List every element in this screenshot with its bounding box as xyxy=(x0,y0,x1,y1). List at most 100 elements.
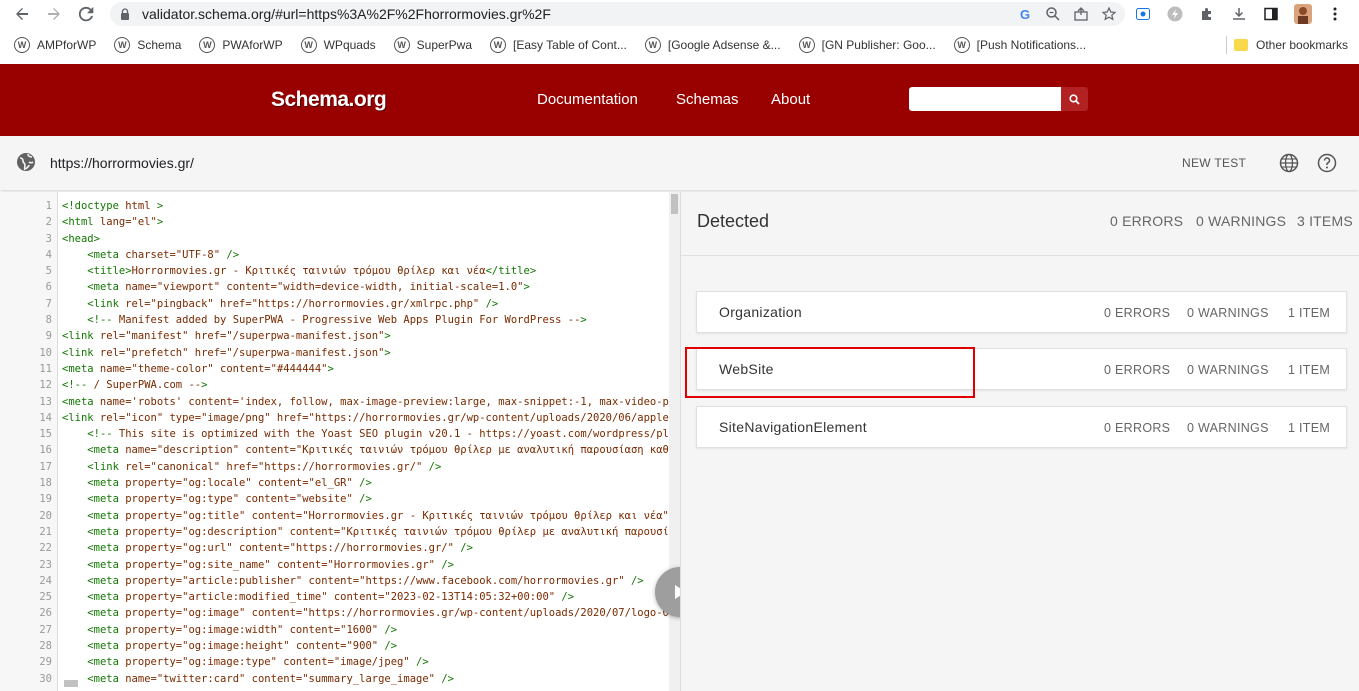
bookmark-separator xyxy=(1226,36,1227,54)
code-text: <link rel="pingback" href="https://horro… xyxy=(87,297,499,310)
line-number: 6 xyxy=(45,281,52,294)
extensions-puzzle-icon[interactable] xyxy=(1194,2,1220,26)
address-bar[interactable]: validator.schema.org/#url=https%3A%2F%2F… xyxy=(110,2,1125,26)
code-text: <html lang="el"> xyxy=(62,216,164,229)
code-text: <meta charset="UTF-8" /> xyxy=(87,248,240,261)
code-line: 4 <meta charset="UTF-8" /> xyxy=(0,247,680,263)
code-text: <link rel="manifest" href="/superpwa-man… xyxy=(62,330,391,343)
line-number: 27 xyxy=(39,623,52,636)
card-warnings: 0 WARNINGS xyxy=(1187,421,1269,435)
line-number: 23 xyxy=(39,558,52,571)
code-line: 11 <meta name="theme-color" content="#444… xyxy=(0,361,680,377)
code-line: 9 <link rel="manifest" href="/superpwa-ma… xyxy=(0,328,680,344)
code-text: <meta property="article:modified_time" c… xyxy=(87,591,575,604)
card-items: 1 ITEM xyxy=(1288,306,1331,320)
result-card-organization[interactable]: Organization 0 ERRORS 0 WARNINGS 1 ITEM xyxy=(696,291,1347,333)
forward-icon[interactable] xyxy=(40,0,68,28)
other-bookmarks[interactable]: Other bookmarks xyxy=(1234,38,1348,52)
search-input[interactable] xyxy=(909,87,1061,111)
line-number: 24 xyxy=(39,574,52,587)
code-text: <!-- This site is optimized with the Yoa… xyxy=(87,428,669,441)
code-line: 2 <html lang="el"> xyxy=(0,214,680,230)
source-code-pane[interactable]: 1 <!doctype html > 2 <html lang="el"> 3 <head… xyxy=(0,192,680,691)
code-text: <meta property="og:image:width" content=… xyxy=(87,623,398,636)
back-icon[interactable] xyxy=(8,0,36,28)
code-line: 20 <meta property="og:title" content="Ho… xyxy=(0,508,680,524)
code-text: <meta property="og:type" content="websit… xyxy=(87,493,372,506)
line-number: 17 xyxy=(39,460,52,473)
code-text: <link rel="canonical" href="https://horr… xyxy=(87,460,442,473)
line-number: 10 xyxy=(39,346,52,359)
download-icon[interactable] xyxy=(1226,2,1252,26)
code-horizontal-scrollbar[interactable] xyxy=(64,680,78,687)
nav-about[interactable]: About xyxy=(771,91,810,108)
code-line: 26 <meta property="og:image" content="ht… xyxy=(0,605,680,621)
more-menu-icon[interactable] xyxy=(1322,2,1348,26)
language-icon[interactable] xyxy=(1279,153,1299,173)
bookmark-item[interactable]: W WPquads xyxy=(300,37,376,53)
bookmark-item[interactable]: W [Google Adsense &... xyxy=(644,37,781,53)
bookmark-item[interactable]: W PWAforWP xyxy=(199,37,283,53)
code-line: 5 <title>Horrormovies.gr - Κριτικές ταιν… xyxy=(0,263,680,279)
new-test-button[interactable]: NEW TEST xyxy=(1182,156,1246,170)
zoom-icon[interactable] xyxy=(1043,4,1063,24)
line-number: 12 xyxy=(39,379,52,392)
bookmark-item[interactable]: W [GN Publisher: Goo... xyxy=(798,37,936,53)
line-number: 26 xyxy=(39,607,52,620)
code-text: <head> xyxy=(62,232,100,245)
wordpress-icon: W xyxy=(393,37,410,53)
code-text: <link rel="icon" type="image/png" href="… xyxy=(62,411,669,424)
card-type-name: SiteNavigationElement xyxy=(719,419,867,435)
line-number: 25 xyxy=(39,591,52,604)
bookmark-item[interactable]: W AMPforWP xyxy=(14,37,96,53)
total-items: 3 ITEMS xyxy=(1297,213,1353,229)
code-line: 15 <!-- This site is optimized with the … xyxy=(0,426,680,442)
side-panel-icon[interactable] xyxy=(1258,2,1284,26)
code-line: 13 <meta name='robots' content='index, fo… xyxy=(0,394,680,410)
wordpress-icon: W xyxy=(114,37,131,53)
help-icon[interactable] xyxy=(1317,153,1337,173)
line-number: 15 xyxy=(39,428,52,441)
google-icon[interactable]: G xyxy=(1015,4,1035,24)
code-text: <!doctype html > xyxy=(62,200,164,212)
bookmark-item[interactable]: W SuperPwa xyxy=(393,37,473,53)
card-warnings: 0 WARNINGS xyxy=(1187,306,1269,320)
card-errors: 0 ERRORS xyxy=(1104,363,1171,377)
tested-url[interactable]: https://horrormovies.gr/ xyxy=(50,155,194,171)
code-line: 3 <head> xyxy=(0,231,680,247)
nav-documentation[interactable]: Documentation xyxy=(537,91,638,108)
reload-icon[interactable] xyxy=(72,0,100,28)
screen-capture-extension-icon[interactable] xyxy=(1130,2,1156,26)
lightning-extension-icon[interactable] xyxy=(1162,2,1188,26)
line-number: 4 xyxy=(45,248,52,261)
profile-avatar[interactable] xyxy=(1290,2,1316,26)
code-text: <meta name="viewport" content="width=dev… xyxy=(87,281,530,294)
code-line: 23 <meta property="og:site_name" content… xyxy=(0,557,680,573)
code-line: 18 <meta property="og:locale" content="e… xyxy=(0,475,680,491)
scrollbar-thumb[interactable] xyxy=(671,194,678,214)
code-text: <link rel="prefetch" href="/superpwa-man… xyxy=(62,346,391,359)
share-icon[interactable] xyxy=(1071,4,1091,24)
search-icon xyxy=(1069,93,1080,105)
code-lines: 1 <!doctype html > 2 <html lang="el"> 3 <head… xyxy=(0,198,680,687)
line-number: 20 xyxy=(39,509,52,522)
code-line: 1 <!doctype html > xyxy=(0,198,680,214)
code-text: <meta name="description" content="Κριτικ… xyxy=(87,444,669,457)
nav-schemas[interactable]: Schemas xyxy=(676,91,739,108)
address-url[interactable]: validator.schema.org/#url=https%3A%2F%2F… xyxy=(142,6,551,22)
search-button[interactable] xyxy=(1061,87,1088,111)
code-text: <meta property="og:url" content="https:/… xyxy=(87,542,473,555)
line-number: 9 xyxy=(45,330,52,343)
code-line: 19 <meta property="og:type" content="web… xyxy=(0,491,680,507)
line-number: 29 xyxy=(39,656,52,669)
bookmark-item[interactable]: W Schema xyxy=(114,37,181,53)
bookmark-item[interactable]: W [Easy Table of Cont... xyxy=(490,37,627,53)
bookmark-item[interactable]: W [Push Notifications... xyxy=(953,37,1086,53)
code-text: <meta property="og:title" content="Horro… xyxy=(87,509,669,522)
star-icon[interactable] xyxy=(1099,4,1119,24)
line-number: 1 xyxy=(45,200,52,212)
result-card-sitenavigationelement[interactable]: SiteNavigationElement 0 ERRORS 0 WARNING… xyxy=(696,406,1347,448)
site-logo[interactable]: Schema.org xyxy=(271,88,387,112)
code-text: <meta property="og:image:type" content="… xyxy=(87,656,429,669)
bookmark-label: SuperPwa xyxy=(416,38,473,52)
